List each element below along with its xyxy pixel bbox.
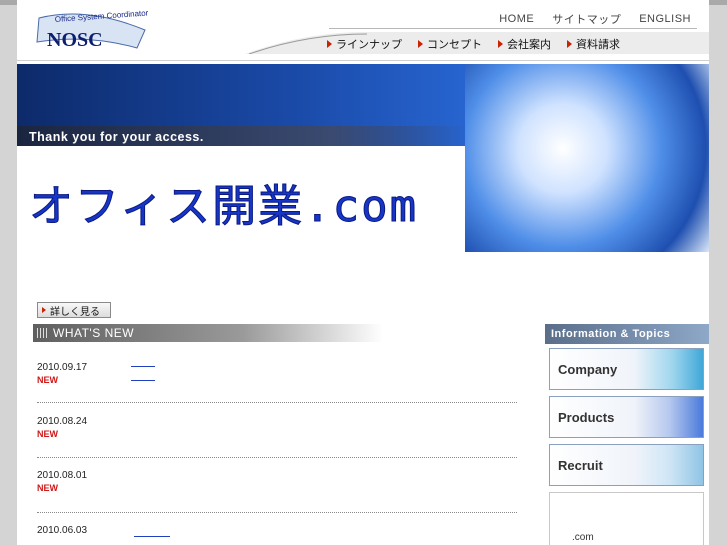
util-nav-english[interactable]: ENGLISH	[639, 13, 691, 25]
nav-company-label: 会社案内	[507, 39, 551, 51]
logo-text: NOSC	[47, 29, 103, 51]
nav-lineup-label: ラインナップ	[336, 39, 402, 51]
nav-concept[interactable]: コンセプト	[418, 36, 482, 52]
new-badge: NEW	[37, 375, 58, 385]
util-nav-home[interactable]: HOME	[499, 13, 534, 25]
recruit-button-label: Recruit	[558, 457, 603, 473]
arrow-right-icon	[42, 307, 46, 313]
whats-new-title: WHAT'S NEW	[53, 326, 135, 340]
new-badge: NEW	[37, 429, 58, 439]
page: NOSC Office System Coordinator HOME サイトマ…	[17, 0, 709, 545]
news-item: 2010.08.24 NEW	[37, 416, 517, 439]
new-badge: NEW	[37, 483, 58, 493]
more-button[interactable]: 詳しく見る	[37, 302, 111, 318]
nav-lineup[interactable]: ラインナップ	[327, 36, 402, 52]
news-date: 2010.09.17	[37, 362, 88, 373]
site-logo[interactable]: NOSC Office System Coordinator	[27, 8, 152, 54]
news-date: 2010.08.01	[37, 470, 88, 481]
sidebar-banner-box[interactable]: .com	[549, 492, 704, 545]
whats-new-header: WHAT'S NEW	[33, 324, 383, 342]
info-topics-header: Information & Topics	[545, 324, 709, 344]
news-date: 2010.06.03	[37, 525, 88, 536]
grip-icon	[37, 328, 47, 338]
news-link[interactable]	[131, 380, 155, 381]
company-button[interactable]: Company	[549, 348, 704, 390]
news-link[interactable]	[131, 366, 155, 367]
news-item: 2010.09.17 NEW	[37, 362, 517, 385]
hero-handshake-image	[465, 64, 709, 252]
nav-request-label: 資料請求	[576, 39, 620, 51]
products-button-label: Products	[558, 409, 615, 425]
products-button[interactable]: Products	[549, 396, 704, 438]
utility-nav: HOME サイトマップ ENGLISH	[329, 9, 697, 29]
nav-concept-label: コンセプト	[427, 39, 482, 51]
arrow-right-icon	[418, 40, 423, 48]
news-date: 2010.08.24	[37, 416, 88, 427]
news-separator	[37, 457, 517, 458]
hero-thanks-text: Thank you for your access.	[29, 130, 204, 144]
news-separator	[37, 512, 517, 513]
news-item: 2010.06.03	[37, 525, 517, 537]
nav-request[interactable]: 資料請求	[567, 36, 620, 52]
main-nav: ラインナップ コンセプト 会社案内 資料請求	[327, 36, 620, 52]
header-divider	[17, 60, 709, 61]
arrow-right-icon	[498, 40, 503, 48]
recruit-button[interactable]: Recruit	[549, 444, 704, 486]
more-button-label: 詳しく見る	[50, 306, 100, 318]
news-item: 2010.08.01 NEW	[37, 470, 517, 493]
arrow-right-icon	[327, 40, 332, 48]
news-separator	[37, 402, 517, 403]
company-button-label: Company	[558, 361, 618, 377]
news-link[interactable]	[134, 536, 170, 537]
hero-big-title: オフィス開業.com	[28, 181, 419, 233]
logo-graphic: NOSC Office System Coordinator	[36, 8, 149, 51]
arrow-right-icon	[567, 40, 572, 48]
sidebar-box-text: .com	[572, 532, 594, 543]
util-nav-sitemap[interactable]: サイトマップ	[552, 11, 621, 27]
hero-banner: Thank you for your access. オフィス開業.com	[17, 64, 709, 252]
nav-company[interactable]: 会社案内	[498, 36, 551, 52]
